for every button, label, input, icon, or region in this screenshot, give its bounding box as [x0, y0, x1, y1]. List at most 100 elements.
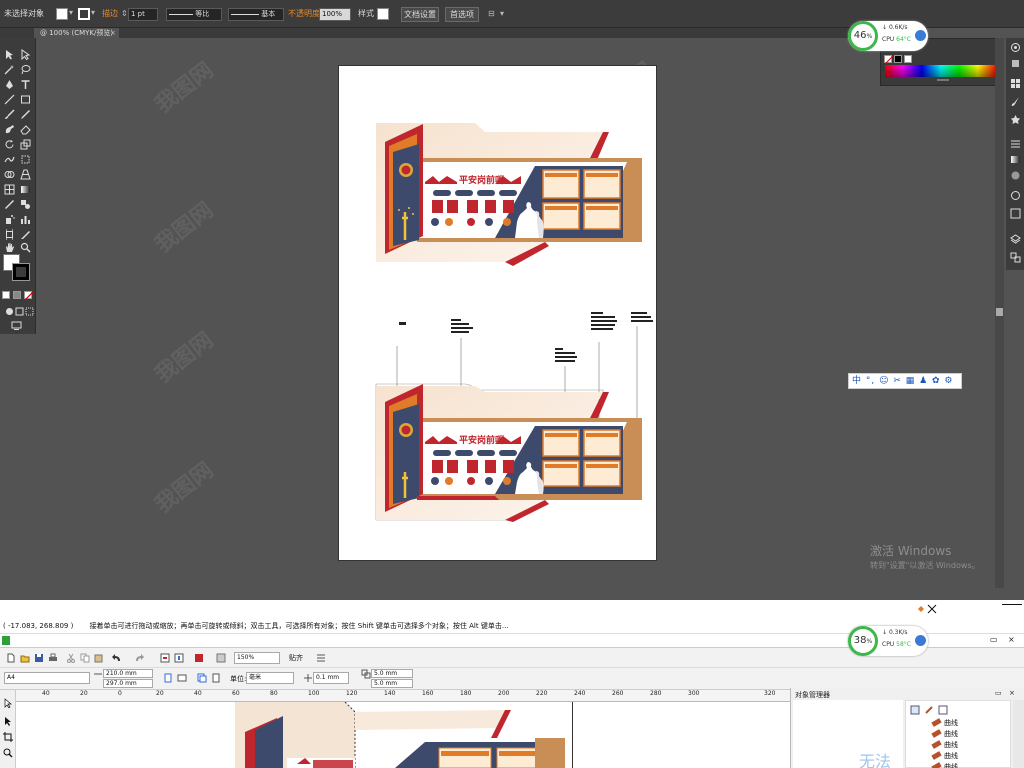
open-folder-icon[interactable] [20, 653, 30, 663]
layer-manager-icon[interactable] [910, 705, 920, 715]
blob-brush-tool-icon[interactable] [4, 124, 15, 135]
mesh-tool-icon[interactable] [4, 184, 15, 195]
nudge-distance-field[interactable]: 0.1 mm [313, 672, 349, 684]
brush-definition[interactable]: 基本 [228, 8, 284, 21]
redo-icon[interactable] [134, 653, 144, 663]
stroke-weight-field[interactable]: 1 pt [128, 8, 158, 21]
eraser-tool-icon[interactable] [20, 124, 31, 135]
page-height-field[interactable]: 297.0 mm [103, 679, 153, 688]
print-icon[interactable] [48, 653, 58, 663]
accelerate-icon[interactable] [915, 635, 926, 646]
arrange-icon[interactable]: ▾ [500, 7, 504, 21]
artboard-tool-icon[interactable] [4, 229, 15, 240]
undo-icon[interactable] [112, 653, 122, 663]
page-size-select[interactable]: A4 [4, 672, 90, 684]
opacity-label[interactable]: 不透明度 [288, 7, 320, 21]
zoom-tool-icon[interactable] [20, 242, 31, 253]
cdr-design-preview[interactable] [235, 702, 573, 768]
free-transform-tool-icon[interactable] [20, 154, 31, 165]
stroke-label[interactable]: 描边 [102, 7, 118, 21]
white-swatch[interactable] [904, 55, 912, 63]
cdr-drawing-canvas[interactable] [16, 702, 790, 768]
column-graph-tool-icon[interactable] [20, 214, 31, 225]
import-icon[interactable] [160, 653, 170, 663]
current-page-icon[interactable] [211, 673, 221, 683]
object-row[interactable]: 曲线 [931, 729, 958, 739]
shape-builder-tool-icon[interactable] [4, 169, 15, 180]
docker-close-icon[interactable]: × [1009, 689, 1015, 697]
layers-icon[interactable] [1010, 234, 1021, 245]
object-row[interactable]: 曲线 [931, 718, 958, 728]
paintbrush-tool-icon[interactable] [4, 109, 15, 120]
scroll-thumb[interactable] [996, 308, 1003, 316]
opacity-field[interactable]: 100% [319, 8, 351, 21]
pick-tool-icon[interactable] [3, 698, 13, 709]
edit-across-layers-icon[interactable] [938, 705, 948, 715]
rectangle-tool-icon[interactable] [20, 94, 31, 105]
scale-tool-icon[interactable] [20, 139, 31, 150]
brushes-icon[interactable] [1010, 96, 1021, 107]
color-guide-icon[interactable] [1010, 58, 1021, 69]
artboard[interactable]: 平安岗前哨 平安岗前哨 [338, 65, 657, 561]
align-icon[interactable]: ⊟ [488, 7, 495, 21]
none-swatch[interactable] [884, 55, 893, 64]
preferences-button[interactable]: 首选项 [445, 7, 479, 22]
artboards-panel-icon[interactable] [1010, 252, 1021, 263]
page-width-field[interactable]: 210.0 mm [103, 669, 153, 678]
docker-scrollbar[interactable] [1013, 700, 1024, 768]
shape-tool-icon[interactable] [3, 716, 13, 726]
zoom-tool-icon[interactable] [3, 748, 13, 758]
warp-tool-icon[interactable] [4, 154, 15, 165]
close-icon[interactable]: × [110, 28, 116, 38]
system-monitor-widget[interactable]: 46% ↓ 0.6K/s CPU 64°C [848, 21, 928, 51]
design-preview-bottom[interactable]: 平安岗前哨 [375, 378, 645, 523]
close-icon[interactable]: × [1008, 635, 1015, 644]
magic-wand-tool-icon[interactable] [4, 64, 15, 75]
fill-swatch[interactable] [56, 8, 68, 20]
lasso-tool-icon[interactable] [20, 64, 31, 75]
slice-tool-icon[interactable] [20, 229, 31, 240]
color-mode-icon[interactable] [2, 291, 10, 299]
save-icon[interactable] [34, 653, 44, 663]
line-tool-icon[interactable] [4, 94, 15, 105]
symbols-icon[interactable] [1010, 114, 1021, 125]
cut-icon[interactable] [66, 653, 76, 663]
pen-tool-icon[interactable] [4, 79, 15, 90]
variable-width-profile[interactable]: 等比 [166, 8, 222, 21]
black-swatch[interactable] [894, 55, 902, 63]
stroke-color-box[interactable] [12, 263, 30, 281]
pencil-tool-icon[interactable] [20, 109, 31, 120]
chevron-down-icon[interactable]: ▾ [69, 6, 73, 20]
system-monitor-widget[interactable]: 38% ↓ 0.3K/s CPU 58°C [848, 626, 928, 656]
publish-pdf-icon[interactable] [194, 653, 204, 663]
minimize-line[interactable] [1002, 604, 1022, 605]
unit-select[interactable]: 毫米 [246, 672, 294, 684]
draw-inside-icon[interactable] [24, 306, 35, 317]
paste-icon[interactable] [94, 653, 104, 663]
portrait-icon[interactable] [163, 673, 173, 683]
color-spectrum[interactable] [885, 65, 997, 77]
document-tab[interactable]: @ 100% (CMYK/预览) [34, 28, 120, 38]
type-tool-icon[interactable] [20, 79, 31, 90]
application-launcher-icon[interactable] [216, 653, 226, 663]
object-row[interactable]: 曲线 [931, 751, 958, 761]
color-panel-icon[interactable] [1010, 42, 1021, 53]
gradient-mode-icon[interactable] [13, 291, 21, 299]
snap-to-menu[interactable]: 贴齐 [289, 653, 303, 663]
horizontal-ruler[interactable]: 60 40 20 0 20 40 60 80 100 120 140 160 1… [4, 690, 790, 702]
stepper-icon[interactable]: ⇕ [121, 7, 128, 21]
copy-icon[interactable] [80, 653, 90, 663]
options-icon[interactable] [316, 653, 326, 663]
docker-minimize-icon[interactable]: ▭ [995, 689, 1002, 697]
panel-grip[interactable] [937, 79, 949, 81]
gradient-tool-icon[interactable] [20, 184, 31, 195]
zoom-level-select[interactable]: 150% [234, 652, 280, 664]
hand-tool-icon[interactable] [4, 242, 15, 253]
object-row[interactable]: 曲线 [931, 740, 958, 750]
swatches-icon[interactable] [1010, 78, 1021, 89]
ime-toolbar[interactable]: 中 °, ☺ ✂ ▦ ♟ ✿ ⚙ [848, 373, 962, 389]
crop-tool-icon[interactable] [3, 732, 13, 742]
all-pages-icon[interactable] [197, 673, 207, 683]
stroke-panel-icon[interactable] [1010, 138, 1021, 149]
duplicate-y-field[interactable]: 5.0 mm [371, 679, 413, 688]
